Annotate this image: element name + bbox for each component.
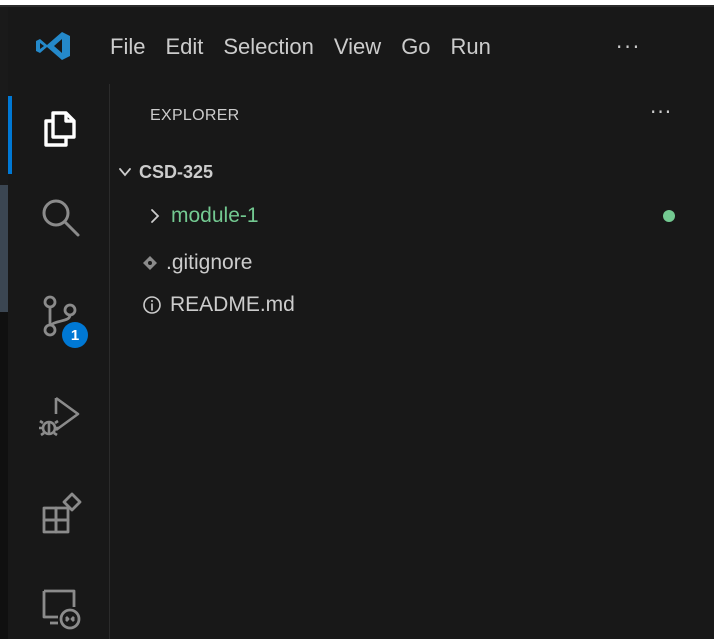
modified-status-dot bbox=[663, 210, 675, 222]
workspace-root-label: CSD-325 bbox=[139, 161, 214, 182]
info-icon bbox=[143, 296, 161, 314]
window-top-edge bbox=[0, 0, 714, 7]
remote-explorer-icon[interactable] bbox=[36, 583, 84, 631]
tree-item-file[interactable]: .gitignore bbox=[142, 248, 252, 278]
chevron-down-icon bbox=[119, 168, 131, 177]
workspace-root-folder[interactable]: CSD-325 bbox=[117, 157, 213, 187]
explorer-more-actions-button[interactable]: ··· bbox=[650, 100, 672, 124]
tree-item-label: module-1 bbox=[171, 204, 259, 227]
menu-bar: File Edit Selection View Go Run bbox=[100, 32, 501, 62]
vscode-logo-icon bbox=[36, 32, 70, 60]
explorer-title: EXPLORER bbox=[150, 107, 240, 124]
search-icon[interactable] bbox=[36, 193, 84, 241]
extensions-icon[interactable] bbox=[36, 490, 84, 538]
source-control-badge: 1 bbox=[62, 322, 88, 348]
menu-overflow-button[interactable]: ··· bbox=[616, 35, 641, 59]
menu-run[interactable]: Run bbox=[441, 32, 501, 62]
run-debug-icon[interactable] bbox=[36, 392, 84, 440]
explorer-icon[interactable] bbox=[36, 104, 84, 152]
window-left-edge bbox=[0, 7, 8, 639]
menu-selection[interactable]: Selection bbox=[213, 32, 324, 62]
menu-view[interactable]: View bbox=[324, 32, 391, 62]
menu-edit[interactable]: Edit bbox=[155, 32, 213, 62]
chevron-right-icon bbox=[151, 209, 160, 223]
activity-bar bbox=[8, 84, 110, 639]
tree-item-file[interactable]: README.md bbox=[142, 290, 295, 320]
title-bar: File Edit Selection View Go Run ··· bbox=[8, 7, 714, 84]
git-icon bbox=[143, 256, 157, 270]
active-view-indicator bbox=[8, 96, 12, 174]
tree-item-folder[interactable]: module-1 bbox=[147, 201, 259, 231]
tree-item-label: README.md bbox=[170, 293, 295, 316]
menu-go[interactable]: Go bbox=[391, 32, 440, 62]
menu-file[interactable]: File bbox=[100, 32, 155, 62]
tree-item-label: .gitignore bbox=[166, 251, 253, 274]
